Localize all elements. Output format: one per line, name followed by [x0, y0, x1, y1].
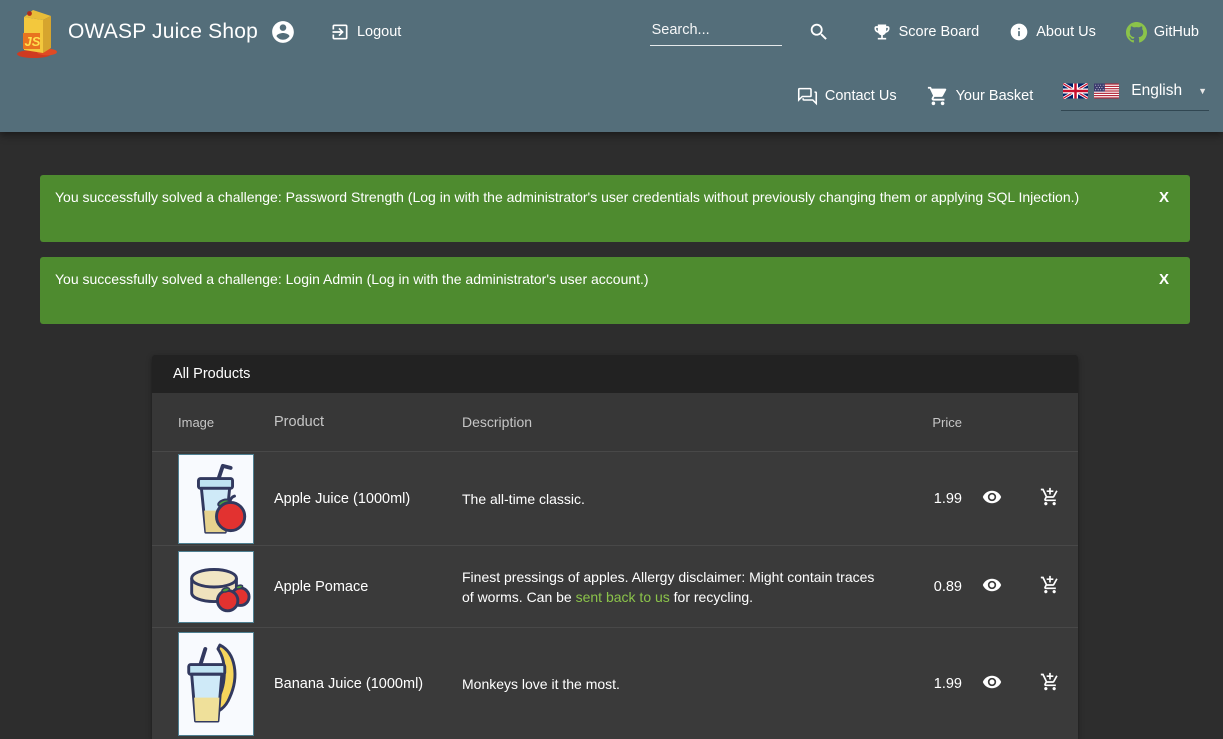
- apple-pomace-thumbnail: [178, 551, 254, 623]
- table-row[interactable]: Banana Juice (1000ml) Monkeys love it th…: [152, 627, 1078, 739]
- contact-us-button[interactable]: Contact Us: [793, 80, 901, 113]
- navbar-bottom-row: Contact Us Your Basket: [0, 64, 1223, 128]
- about-us-button[interactable]: About Us: [1005, 16, 1100, 48]
- challenge-alerts: You successfully solved a challenge: Pas…: [0, 132, 1223, 324]
- recycle-link[interactable]: sent back to us: [576, 589, 670, 605]
- uk-flag-icon: [1063, 83, 1088, 99]
- eye-icon[interactable]: [978, 483, 1006, 514]
- alert-text: You successfully solved a challenge: Pas…: [55, 189, 1079, 205]
- github-icon: [1126, 22, 1147, 43]
- alert-password-strength: You successfully solved a challenge: Pas…: [40, 175, 1190, 242]
- chevron-down-icon: ▼: [1188, 86, 1207, 96]
- product-price: 1.99: [902, 676, 962, 692]
- eye-icon[interactable]: [978, 668, 1006, 699]
- github-label: GitHub: [1154, 24, 1199, 40]
- info-icon: [1009, 22, 1029, 42]
- svg-text:JS: JS: [25, 34, 41, 49]
- products-card-title: All Products: [152, 355, 1078, 393]
- account-button[interactable]: [266, 13, 300, 51]
- language-selector[interactable]: English ▼: [1061, 82, 1209, 111]
- search-input[interactable]: [650, 19, 782, 46]
- language-label: English: [1131, 82, 1182, 100]
- table-header-row: Image Product Description Price: [152, 393, 1078, 451]
- github-button[interactable]: GitHub: [1122, 16, 1203, 49]
- basket-icon: [927, 85, 949, 107]
- add-to-basket-icon[interactable]: [1036, 483, 1064, 514]
- us-flag-icon: [1094, 83, 1119, 99]
- score-board-button[interactable]: Score Board: [868, 16, 984, 48]
- product-description: The all-time classic.: [462, 489, 902, 509]
- column-header-image: Image: [178, 415, 274, 430]
- search-box: [650, 19, 782, 46]
- search-icon: [808, 21, 830, 43]
- product-name: Apple Juice (1000ml): [274, 491, 462, 507]
- logout-icon: [330, 22, 350, 42]
- navbar-top-row: JS OWASP Juice Shop Logout: [0, 0, 1223, 64]
- alert-text: You successfully solved a challenge: Log…: [55, 271, 649, 287]
- search-button[interactable]: [804, 15, 834, 49]
- column-header-price: Price: [902, 415, 962, 430]
- table-row[interactable]: Apple Juice (1000ml) The all-time classi…: [152, 451, 1078, 545]
- account-icon: [270, 19, 296, 45]
- product-description: Monkeys love it the most.: [462, 674, 902, 694]
- your-basket-label: Your Basket: [956, 88, 1034, 104]
- your-basket-button[interactable]: Your Basket: [923, 79, 1038, 113]
- navbar: JS OWASP Juice Shop Logout: [0, 0, 1223, 132]
- alert-login-admin: You successfully solved a challenge: Log…: [40, 257, 1190, 324]
- score-board-label: Score Board: [899, 24, 980, 40]
- eye-icon[interactable]: [978, 571, 1006, 602]
- product-description: Finest pressings of apples. Allergy disc…: [462, 567, 902, 607]
- table-row[interactable]: Apple Pomace Finest pressings of apples.…: [152, 545, 1078, 627]
- logout-button[interactable]: Logout: [326, 16, 405, 48]
- product-price: 0.89: [902, 579, 962, 595]
- banana-juice-thumbnail: [178, 632, 254, 736]
- column-header-product: Product: [274, 414, 462, 430]
- close-icon[interactable]: X: [1155, 269, 1173, 290]
- add-to-basket-icon[interactable]: [1036, 571, 1064, 602]
- product-name: Banana Juice (1000ml): [274, 676, 462, 692]
- about-us-label: About Us: [1036, 24, 1096, 40]
- chat-icon: [797, 86, 818, 107]
- app-title: OWASP Juice Shop: [68, 20, 258, 44]
- product-name: Apple Pomace: [274, 579, 462, 595]
- trophy-icon: [872, 22, 892, 42]
- juice-shop-logo-icon: JS: [14, 6, 60, 58]
- add-to-basket-icon[interactable]: [1036, 668, 1064, 699]
- close-icon[interactable]: X: [1155, 187, 1173, 208]
- contact-us-label: Contact Us: [825, 88, 897, 104]
- products-table-body: Apple Juice (1000ml) The all-time classi…: [152, 451, 1078, 739]
- logout-label: Logout: [357, 24, 401, 40]
- all-products-card: All Products Image Product Description P…: [152, 355, 1078, 739]
- juice-shop-app: JS OWASP Juice Shop Logout: [0, 0, 1223, 739]
- product-price: 1.99: [902, 491, 962, 507]
- brand-home-button[interactable]: JS OWASP Juice Shop: [14, 6, 258, 58]
- main-content: You successfully solved a challenge: Pas…: [0, 132, 1223, 739]
- apple-juice-thumbnail: [178, 454, 254, 544]
- column-header-description: Description: [462, 412, 902, 432]
